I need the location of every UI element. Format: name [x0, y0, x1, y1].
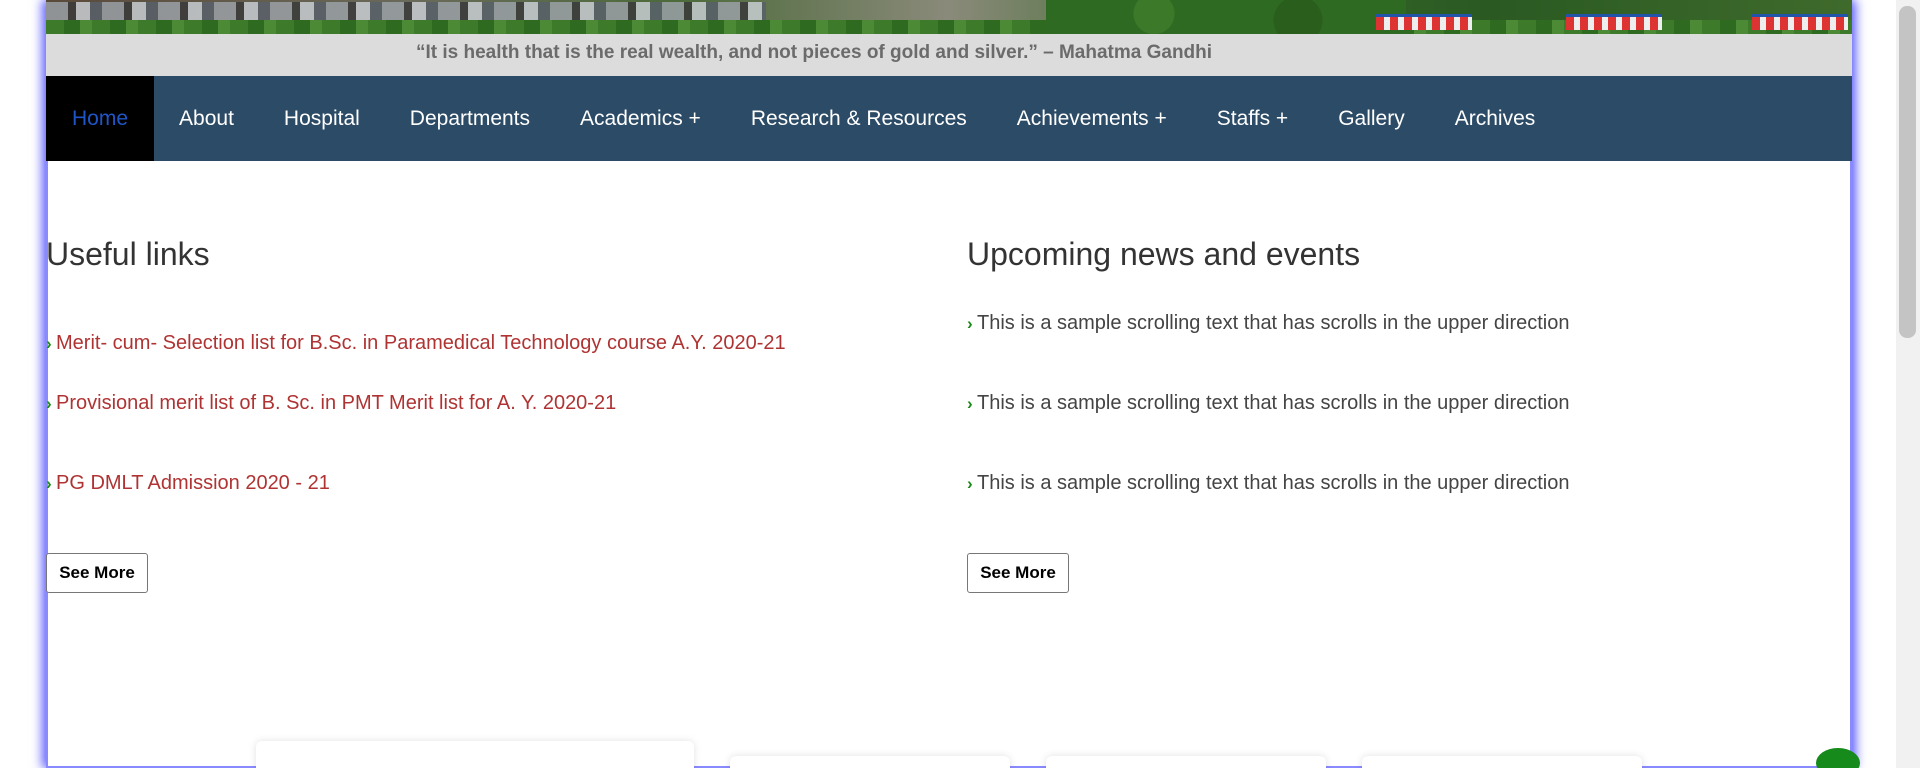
nav-item-gallery[interactable]: Gallery [1313, 76, 1430, 161]
useful-link[interactable]: › PG DMLT Admission 2020 - 21 [46, 472, 330, 495]
quote-bar: “It is health that is the real wealth, a… [46, 34, 1852, 76]
nav-item-achievements[interactable]: Achievements + [992, 76, 1192, 161]
chevron-right-icon: › [46, 473, 52, 493]
nav-item-academics[interactable]: Academics + [555, 76, 726, 161]
info-card [1362, 756, 1642, 768]
main-navbar: Home About Hospital Departments Academic… [46, 76, 1852, 161]
chevron-right-icon: › [46, 393, 52, 413]
nav-item-staffs[interactable]: Staffs + [1192, 76, 1313, 161]
chat-icon[interactable] [1816, 748, 1860, 768]
news-item: › This is a sample scrolling text that h… [967, 472, 1570, 495]
useful-links-heading: Useful links [46, 236, 210, 272]
chevron-right-icon: › [46, 333, 52, 353]
header-banner-image [46, 0, 1852, 34]
news-item-text: This is a sample scrolling text that has… [977, 472, 1570, 494]
quote-text: “It is health that is the real wealth, a… [416, 42, 1213, 63]
page: “It is health that is the real wealth, a… [0, 0, 1920, 768]
news-see-more-button[interactable]: See More [967, 553, 1069, 593]
news-events-heading: Upcoming news and events [967, 236, 1361, 272]
news-item-text: This is a sample scrolling text that has… [977, 312, 1570, 334]
nav-item-departments[interactable]: Departments [385, 76, 555, 161]
chevron-right-icon: › [967, 313, 973, 333]
news-item-text: This is a sample scrolling text that has… [977, 392, 1570, 414]
news-events-section: Upcoming news and events › This is a sam… [967, 236, 1852, 593]
nav-item-about[interactable]: About [154, 76, 259, 161]
useful-links-section: Useful links › Merit- cum- Selection lis… [46, 236, 946, 593]
nav-item-hospital[interactable]: Hospital [259, 76, 385, 161]
useful-link-label[interactable]: Provisional merit list of B. Sc. in PMT … [56, 392, 616, 415]
info-card [256, 741, 694, 768]
useful-link[interactable]: › Merit- cum- Selection list for B.Sc. i… [46, 332, 786, 355]
chevron-right-icon: › [967, 473, 973, 493]
useful-link-label[interactable]: Merit- cum- Selection list for B.Sc. in … [56, 332, 786, 355]
useful-link[interactable]: › Provisional merit list of B. Sc. in PM… [46, 392, 616, 415]
info-card [730, 756, 1010, 768]
news-item: › This is a sample scrolling text that h… [967, 312, 1570, 335]
news-item: › This is a sample scrolling text that h… [967, 392, 1570, 415]
chevron-right-icon: › [967, 393, 973, 413]
info-card [1046, 756, 1326, 768]
nav-item-archives[interactable]: Archives [1430, 76, 1561, 161]
scrollbar-thumb[interactable] [1899, 6, 1916, 338]
nav-item-research-resources[interactable]: Research & Resources [726, 76, 992, 161]
site-frame: “It is health that is the real wealth, a… [46, 0, 1852, 768]
nav-item-home[interactable]: Home [46, 76, 155, 161]
useful-link-label[interactable]: PG DMLT Admission 2020 - 21 [56, 472, 330, 495]
useful-links-see-more-button[interactable]: See More [46, 553, 148, 593]
